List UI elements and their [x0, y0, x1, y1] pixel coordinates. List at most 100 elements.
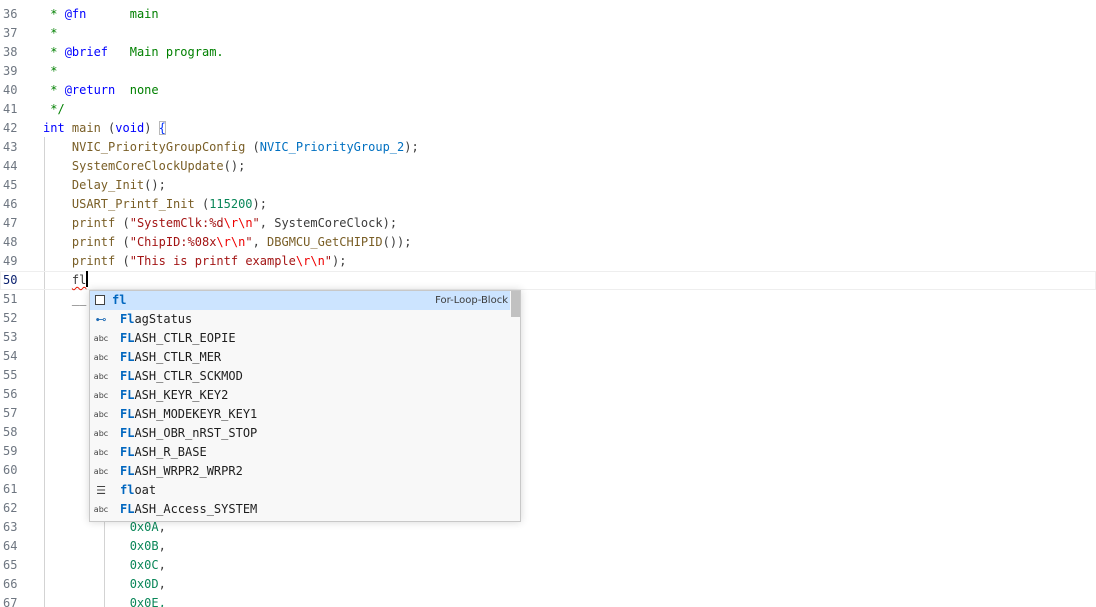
suggestion-item[interactable]: abc FLASH_WRPR2_WRPR2	[90, 462, 510, 481]
line-number: 51	[3, 292, 18, 306]
suggestion-detail: For-Loop-Block	[435, 295, 508, 306]
suggestion-item[interactable]: abc FLASH_CTLR_MER	[90, 348, 510, 367]
code-token: NVIC_PriorityGroup_2	[259, 140, 405, 154]
suggestion-label: FlagStatus	[120, 310, 192, 329]
code-line[interactable]: 41 */	[0, 100, 1096, 119]
code-token: main	[71, 121, 101, 135]
code-token: \r\n	[216, 235, 246, 249]
code-line[interactable]: 44 SystemCoreClockUpdate();	[0, 157, 1096, 176]
code-line[interactable]: 50 fl	[0, 271, 1096, 290]
suggestion-rest: ASH_OBR_nRST_STOP	[134, 426, 258, 440]
match-highlight: FL	[120, 350, 135, 364]
suggestion-label: FLASH_CTLR_SCKMOD	[120, 367, 243, 386]
keyword-icon: ☰	[96, 484, 106, 497]
code-line[interactable]: 48 printf ("ChipID:%08x\r\n", DBGMCU_Get…	[0, 233, 1096, 252]
line-number: 52	[3, 311, 18, 325]
suggestion-item[interactable]: ☰ float	[90, 481, 510, 500]
code-text: SystemCoreClockUpdate();	[43, 157, 245, 176]
code-text: printf ("This is printf example\r\n");	[43, 252, 347, 271]
suggestion-rest: ASH_CTLR_SCKMOD	[134, 369, 243, 383]
snippet-icon	[95, 295, 105, 305]
suggestion-label: fl	[112, 291, 126, 310]
suggestion-rest: ASH_MODEKEYR_KEY1	[134, 407, 258, 421]
suggestion-item[interactable]: abc FLASH_R_BASE	[90, 443, 510, 462]
suggestion-scrollbar[interactable]	[511, 291, 520, 317]
code-token: "	[324, 254, 333, 268]
suggestion-label: FLASH_CTLR_MER	[120, 348, 221, 367]
code-token: "SystemClk:%d	[129, 216, 224, 230]
suggestion-item[interactable]: abc FLASH_CTLR_SCKMOD	[90, 367, 510, 386]
code-token: );	[332, 254, 347, 268]
code-line[interactable]: 67 0x0E,	[0, 594, 1096, 607]
code-token: \r\n	[223, 216, 253, 230]
code-token: ());	[382, 235, 412, 249]
match-highlight: Fl	[120, 312, 135, 326]
suggestion-item[interactable]: abc FLASH_OBR_nRST_STOP	[90, 424, 510, 443]
struct-icon: ⊷	[95, 313, 107, 326]
line-number: 43	[3, 140, 18, 154]
code-line[interactable]: 46 USART_Printf_Init (115200);	[0, 195, 1096, 214]
code-line[interactable]: 38 * @brief Main program.	[0, 43, 1096, 62]
code-token: @brief	[64, 45, 109, 59]
code-token: 0x0A	[129, 520, 159, 534]
code-line[interactable]: 64 0x0B,	[0, 537, 1096, 556]
code-token: @fn	[64, 7, 87, 21]
text-icon: abc	[93, 505, 109, 514]
suggestion-item[interactable]: fl For-Loop-Block	[90, 291, 510, 310]
code-text: USART_Printf_Init (115200);	[43, 195, 267, 214]
code-line[interactable]: 65 0x0C,	[0, 556, 1096, 575]
suggestion-item[interactable]: abc FLASH_Access_SYSTEM	[90, 500, 510, 519]
suggestion-label: FLASH_KEYR_KEY2	[120, 386, 228, 405]
code-line[interactable]: 47 printf ("SystemClk:%d\r\n", SystemCor…	[0, 214, 1096, 233]
line-number: 60	[3, 463, 18, 477]
code-token: ();	[144, 178, 166, 192]
suggestion-rest: ASH_KEYR_KEY2	[134, 388, 229, 402]
code-line[interactable]: 42 int main (void) {	[0, 119, 1096, 138]
code-text: 0x0E,	[43, 594, 166, 607]
code-line[interactable]: 36 * @fn main	[0, 5, 1096, 24]
suggestion-rest: ASH_WRPR2_WRPR2	[134, 464, 243, 478]
code-token: ,	[158, 558, 166, 572]
line-number: 41	[3, 102, 18, 116]
text-icon: abc	[93, 334, 109, 343]
code-line[interactable]: 49 printf ("This is printf example\r\n")…	[0, 252, 1096, 271]
code-line[interactable]: 40 * @return none	[0, 81, 1096, 100]
suggestion-rest: oat	[134, 483, 157, 497]
code-token: USART_Printf_Init	[71, 197, 195, 211]
code-line[interactable]: 45 Delay_Init();	[0, 176, 1096, 195]
suggestion-item[interactable]: abc FLASH_KEYR_KEY2	[90, 386, 510, 405]
code-token: 0x0B	[129, 539, 159, 553]
code-token: \r\n	[295, 254, 325, 268]
code-text: * @fn main	[43, 5, 159, 24]
code-token: void	[115, 121, 145, 135]
line-number: 55	[3, 368, 18, 382]
code-token: );	[404, 140, 419, 154]
suggestion-item[interactable]: abc FLASH_MODEKEYR_KEY1	[90, 405, 510, 424]
code-line[interactable]: 43 NVIC_PriorityGroupConfig (NVIC_Priori…	[0, 138, 1096, 157]
line-number: 45	[3, 178, 18, 192]
code-line[interactable]: 39 *	[0, 62, 1096, 81]
code-line[interactable]: 66 0x0D,	[0, 575, 1096, 594]
suggestion-item[interactable]: ⊷ FlagStatus	[90, 310, 510, 329]
line-number: 61	[3, 482, 18, 496]
code-token: ,	[158, 520, 166, 534]
code-line[interactable]: 37 *	[0, 24, 1096, 43]
code-token: Delay_Init	[71, 178, 145, 192]
code-token: (	[245, 140, 260, 154]
code-text: *	[43, 24, 57, 43]
line-number: 47	[3, 216, 18, 230]
suggestion-label: FLASH_R_BASE	[120, 443, 207, 462]
suggestion-item[interactable]: abc FLASH_CTLR_EOPIE	[90, 329, 510, 348]
suggestion-label: FLASH_MODEKEYR_KEY1	[120, 405, 257, 424]
code-token: main	[86, 7, 159, 21]
code-token: "	[245, 235, 253, 249]
suggestion-rest: ASH_R_BASE	[134, 445, 207, 459]
suggestion-widget[interactable]: fl For-Loop-Block ⊷ FlagStatus abc FLASH_CTLR…	[89, 290, 521, 522]
